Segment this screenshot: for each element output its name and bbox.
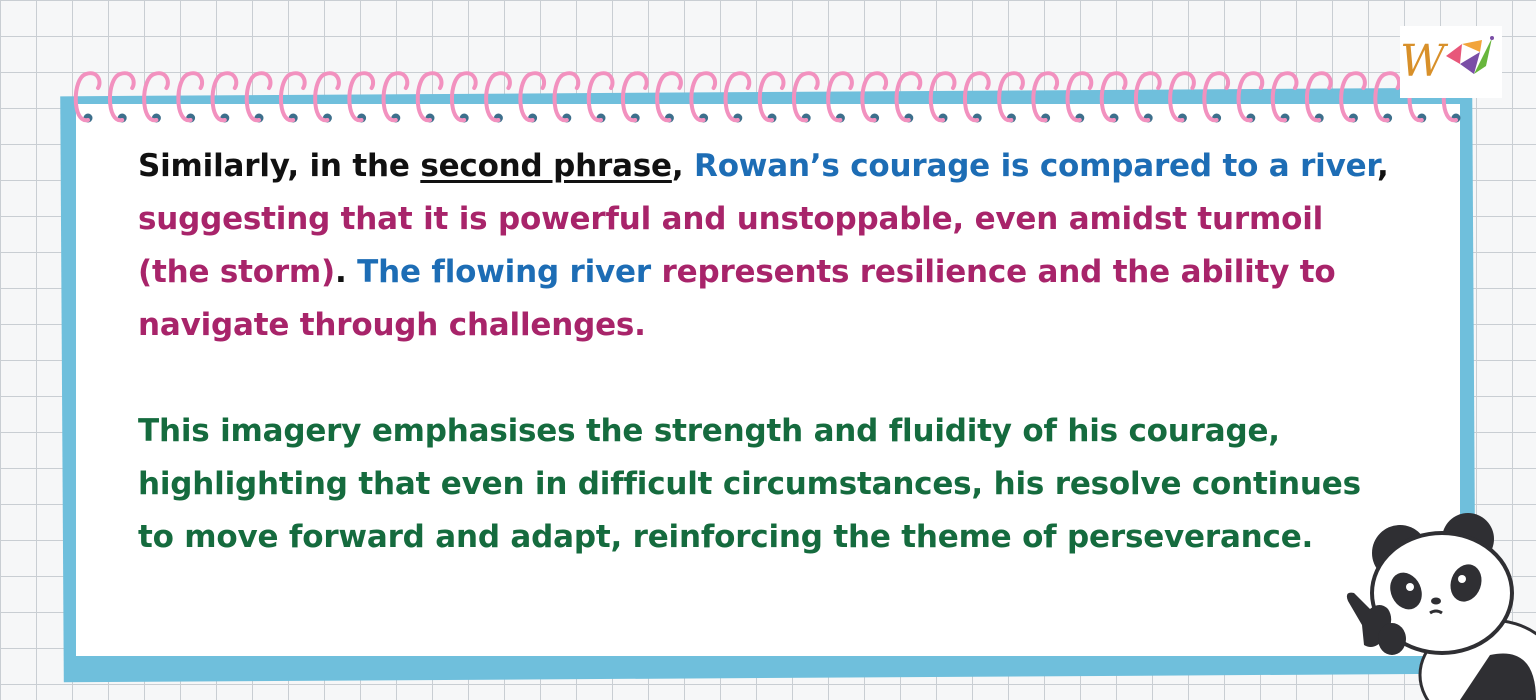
- subject-text: The flowing river: [357, 254, 651, 290]
- brand-logo-icon: W: [1400, 36, 1494, 87]
- brand-logo: W: [1400, 26, 1502, 98]
- intro-text: Similarly, in the: [138, 148, 421, 184]
- highlight-second-phrase: second phrase: [420, 148, 672, 184]
- comparison-text: Rowan’s courage is compared to a river: [694, 148, 1377, 184]
- paragraph-conclusion: This imagery emphasises the strength and…: [138, 413, 1361, 555]
- punctuation: ,: [1376, 148, 1389, 184]
- paragraph-analysis: Similarly, in the second phrase, Rowan’s…: [138, 140, 1398, 352]
- punctuation: ,: [671, 148, 695, 184]
- logo-letter: W: [1400, 36, 1449, 87]
- panda-pointing-icon: [1346, 513, 1536, 700]
- spiral-binding-icon: [73, 71, 1470, 123]
- punctuation: .: [335, 254, 358, 290]
- explanation-text: Similarly, in the second phrase, Rowan’s…: [138, 140, 1398, 564]
